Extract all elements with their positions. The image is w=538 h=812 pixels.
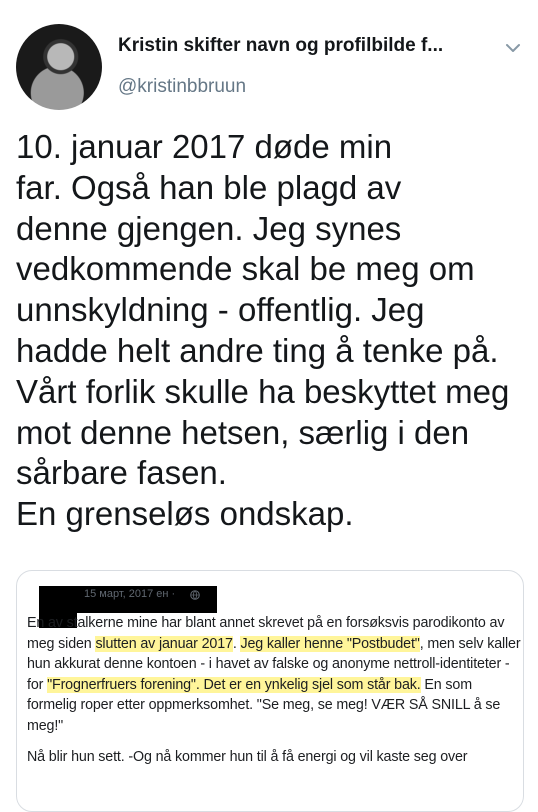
tweet-header: Kristin skifter navn og profilbilde f...… xyxy=(0,0,538,110)
avatar[interactable] xyxy=(16,24,102,110)
post-paragraph: Nå blir hun sett. -Og nå kommer hun til … xyxy=(27,748,468,765)
post-body: En av stalkerne mine har blant annet skr… xyxy=(27,613,522,767)
highlighted-text: Jeg kaller henne "Postbudet" xyxy=(240,635,420,652)
chevron-down-icon[interactable] xyxy=(503,38,523,58)
embedded-screenshot-card[interactable]: 15 март, 2017 ен · En av stalkerne mine … xyxy=(16,570,524,812)
post-date: 15 март, 2017 ен · xyxy=(84,588,176,600)
user-handle[interactable]: @kristinbbruun xyxy=(118,76,246,98)
tweet-text: 10. januar 2017 døde min far. Også han b… xyxy=(16,128,510,533)
highlighted-text: slutten av januar 2017 xyxy=(95,635,233,652)
post-paragraph: En av stalkerne mine har blant annet skr… xyxy=(27,613,522,737)
globe-icon xyxy=(190,590,200,600)
highlighted-text: "Frognerfruers forening". Det er en ynke… xyxy=(47,676,421,693)
display-name[interactable]: Kristin skifter navn og profilbilde f... xyxy=(118,35,443,57)
